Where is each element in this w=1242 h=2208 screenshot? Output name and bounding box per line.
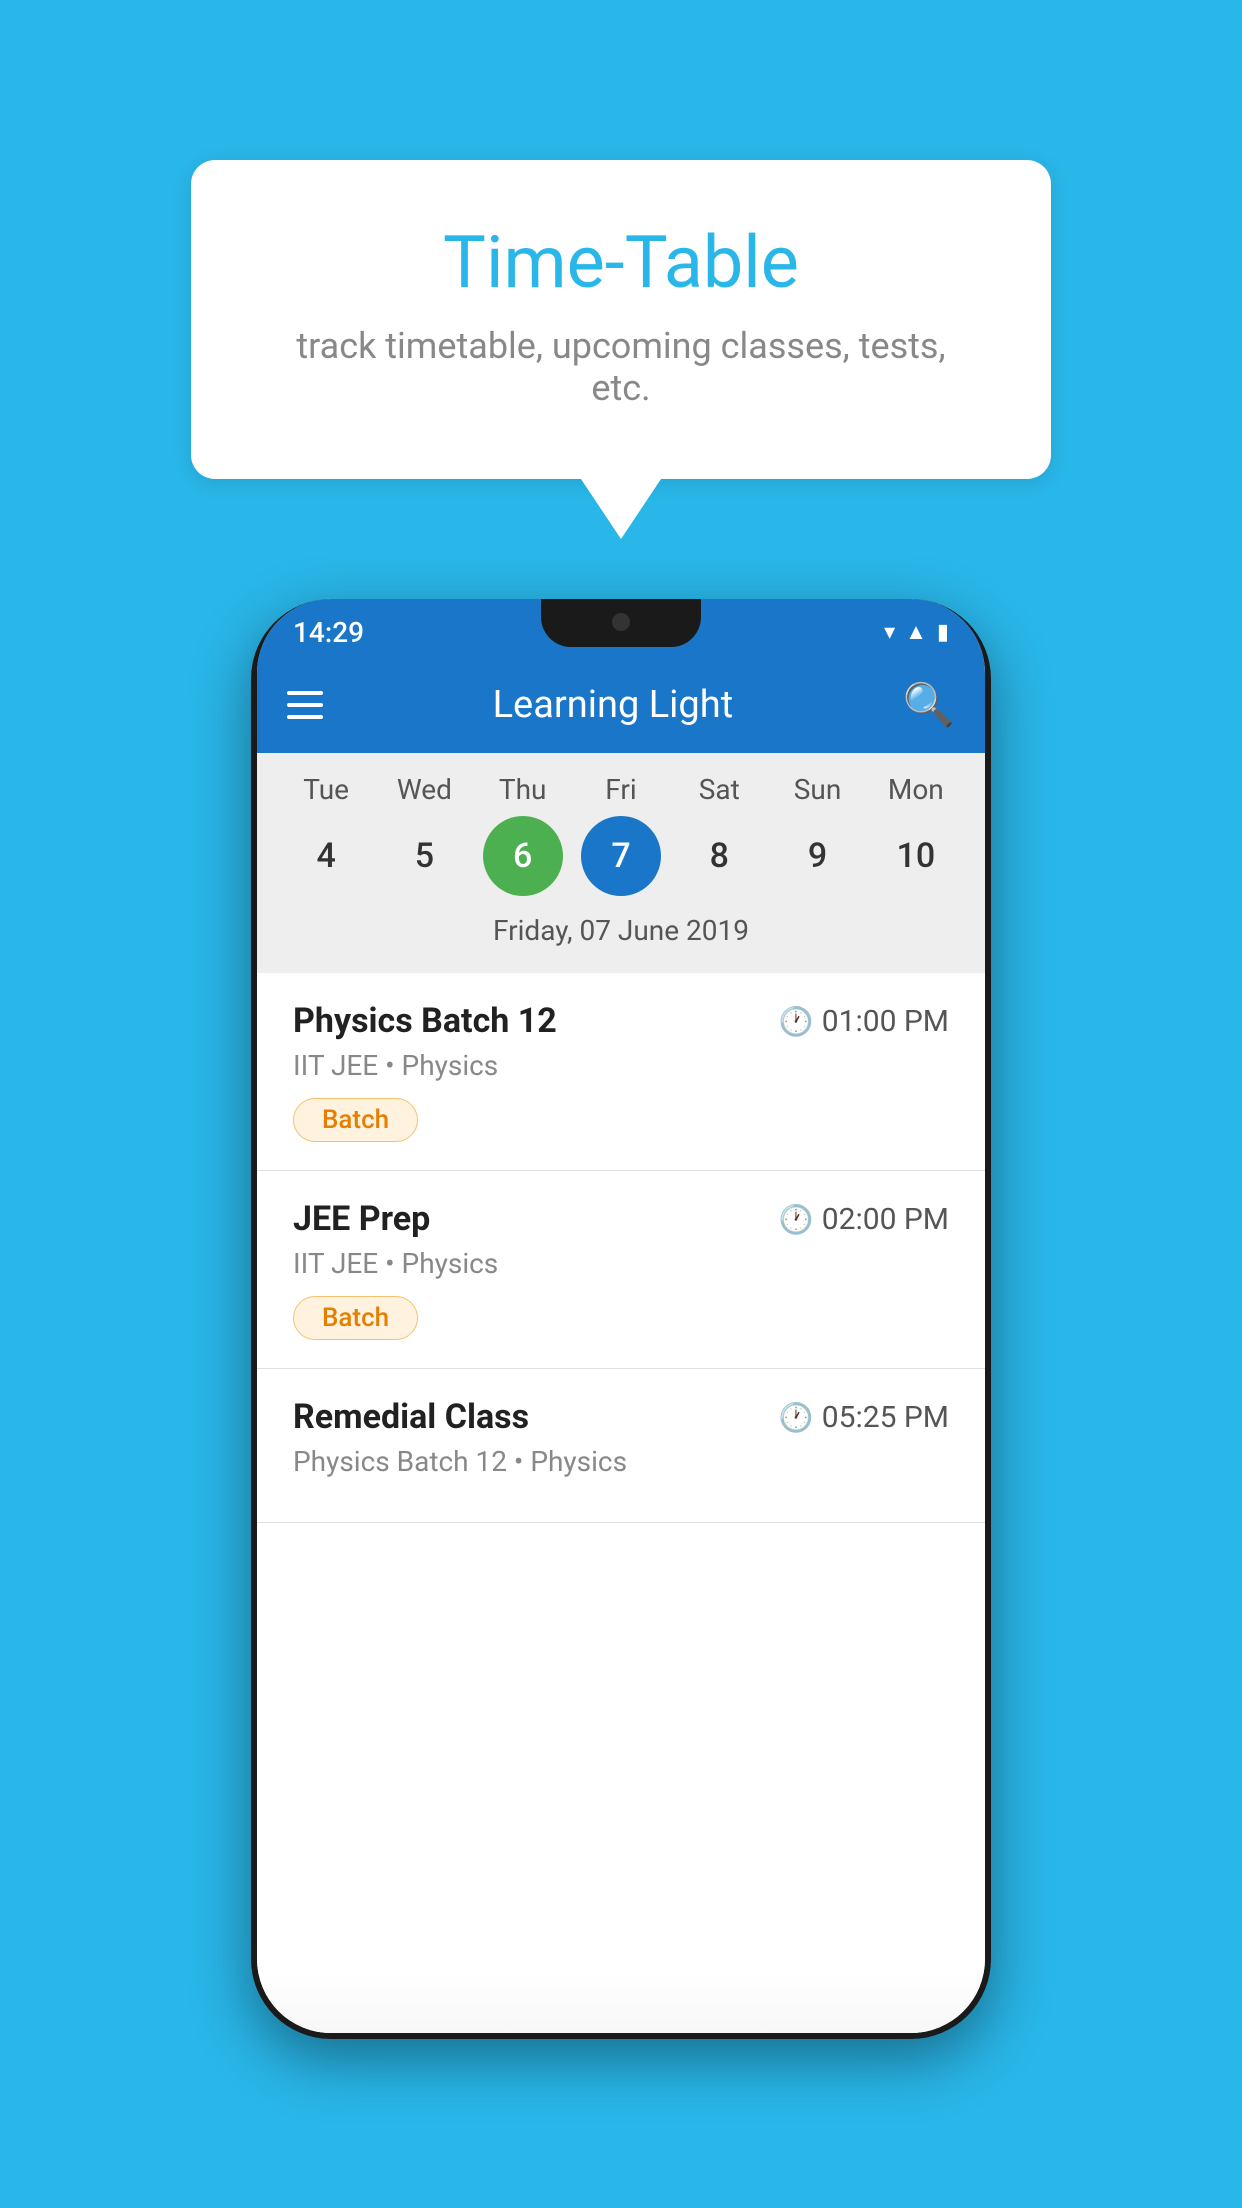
menu-line-3 [287, 715, 323, 719]
day-header-sat: Sat [679, 773, 759, 806]
app-bar: Learning Light 🔍 [257, 657, 985, 753]
day-7-selected[interactable]: 7 [581, 816, 661, 896]
signal-icon: ▲ [905, 619, 927, 645]
schedule-item-3-subtitle: Physics Batch 12 • Physics [293, 1445, 949, 1478]
wifi-icon: ▾ [884, 620, 895, 645]
day-header-wed: Wed [384, 773, 464, 806]
clock-icon-2: 🕐 [779, 1203, 814, 1236]
calendar-strip: Tue Wed Thu Fri Sat Sun Mon 4 5 6 7 8 9 … [257, 753, 985, 973]
schedule-item-3-header: Remedial Class 🕐 05:25 PM [293, 1397, 949, 1437]
menu-line-2 [287, 703, 323, 707]
speech-bubble: Time-Table track timetable, upcoming cla… [191, 160, 1051, 479]
schedule-item-2-header: JEE Prep 🕐 02:00 PM [293, 1199, 949, 1239]
day-header-mon: Mon [876, 773, 956, 806]
status-time: 14:29 [293, 616, 364, 649]
speech-bubble-tail [581, 479, 661, 539]
phone-wrapper: 14:29 ▾ ▲ ▮ Learning Light 🔍 [251, 599, 991, 2039]
schedule-item-2-time: 🕐 02:00 PM [779, 1202, 949, 1237]
phone-outer: 14:29 ▾ ▲ ▮ Learning Light 🔍 [251, 599, 991, 2039]
phone-notch [541, 599, 701, 647]
selected-date-label: Friday, 07 June 2019 [257, 906, 985, 963]
day-5[interactable]: 5 [384, 816, 464, 896]
battery-icon: ▮ [937, 620, 949, 645]
camera-icon [612, 613, 630, 631]
schedule-item-3-title: Remedial Class [293, 1397, 529, 1437]
day-9[interactable]: 9 [778, 816, 858, 896]
day-header-sun: Sun [778, 773, 858, 806]
phone-screen: 14:29 ▾ ▲ ▮ Learning Light 🔍 [257, 599, 985, 2033]
day-numbers: 4 5 6 7 8 9 10 [257, 816, 985, 896]
speech-bubble-container: Time-Table track timetable, upcoming cla… [191, 160, 1051, 539]
schedule-item-2-title: JEE Prep [293, 1199, 430, 1239]
day-header-fri: Fri [581, 773, 661, 806]
schedule-item-2[interactable]: JEE Prep 🕐 02:00 PM IIT JEE • Physics Ba… [257, 1171, 985, 1369]
day-header-tue: Tue [286, 773, 366, 806]
schedule-item-2-subtitle: IIT JEE • Physics [293, 1247, 949, 1280]
search-icon[interactable]: 🔍 [903, 681, 955, 730]
day-10[interactable]: 10 [876, 816, 956, 896]
speech-bubble-subtitle: track timetable, upcoming classes, tests… [271, 325, 971, 409]
status-icons: ▾ ▲ ▮ [884, 619, 949, 645]
speech-bubble-title: Time-Table [271, 220, 971, 305]
hamburger-menu-button[interactable] [287, 691, 323, 719]
clock-icon-3: 🕐 [779, 1401, 814, 1434]
schedule-item-1[interactable]: Physics Batch 12 🕐 01:00 PM IIT JEE • Ph… [257, 973, 985, 1171]
schedule-item-1-title: Physics Batch 12 [293, 1001, 557, 1041]
day-headers: Tue Wed Thu Fri Sat Sun Mon [257, 773, 985, 806]
schedule-item-3[interactable]: Remedial Class 🕐 05:25 PM Physics Batch … [257, 1369, 985, 1523]
day-6-today[interactable]: 6 [483, 816, 563, 896]
schedule-item-1-time: 🕐 01:00 PM [779, 1004, 949, 1039]
batch-badge-2: Batch [293, 1296, 418, 1340]
batch-badge-1: Batch [293, 1098, 418, 1142]
day-8[interactable]: 8 [679, 816, 759, 896]
schedule-item-1-subtitle: IIT JEE • Physics [293, 1049, 949, 1082]
day-header-thu: Thu [483, 773, 563, 806]
schedule-item-3-time: 🕐 05:25 PM [779, 1400, 949, 1435]
clock-icon-1: 🕐 [779, 1005, 814, 1038]
menu-line-1 [287, 691, 323, 695]
schedule-list: Physics Batch 12 🕐 01:00 PM IIT JEE • Ph… [257, 973, 985, 2033]
day-4[interactable]: 4 [286, 816, 366, 896]
schedule-item-1-header: Physics Batch 12 🕐 01:00 PM [293, 1001, 949, 1041]
app-title: Learning Light [493, 683, 734, 727]
